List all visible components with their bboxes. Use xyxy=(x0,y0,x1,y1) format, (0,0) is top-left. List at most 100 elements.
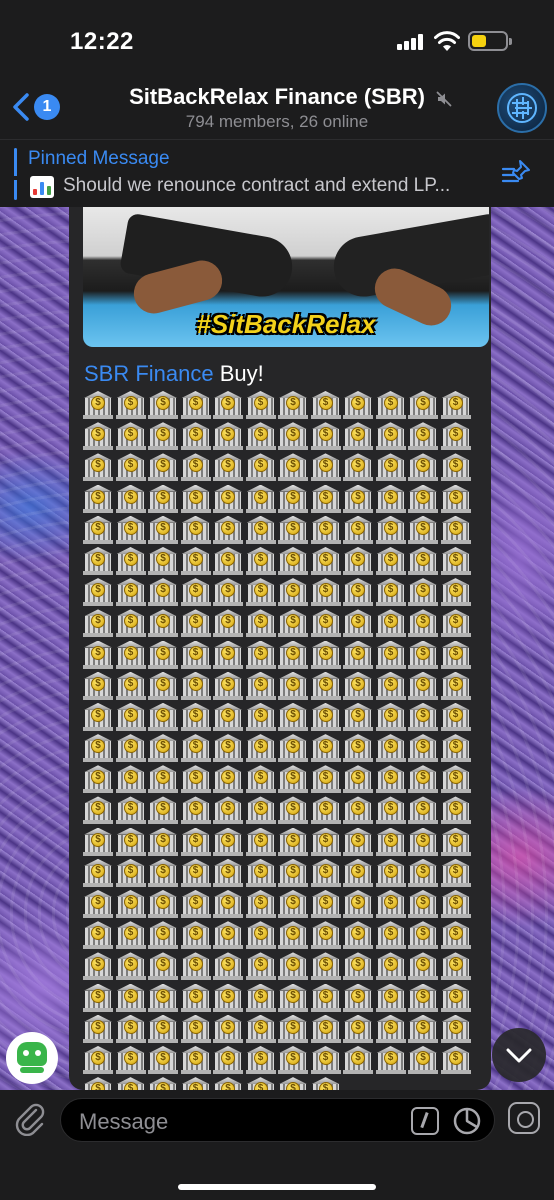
bank-emoji: $ xyxy=(310,453,341,482)
bank-emoji: $ xyxy=(375,983,406,1012)
bank-emoji: $ xyxy=(148,1014,178,1043)
bot-avatar[interactable] xyxy=(6,1032,58,1084)
bank-emoji: $ xyxy=(213,391,243,419)
bank-emoji: $ xyxy=(180,983,211,1012)
bank-emoji: $ xyxy=(245,827,276,856)
bank-emoji: $ xyxy=(343,1045,373,1074)
bank-emoji: $ xyxy=(310,1045,341,1074)
bank-emoji: $ xyxy=(310,671,341,700)
bank-emoji: $ xyxy=(245,546,276,575)
group-avatar[interactable] xyxy=(497,83,547,133)
bank-emoji: $ xyxy=(408,422,438,451)
sticker-icon[interactable] xyxy=(453,1107,481,1135)
message-input[interactable]: Message xyxy=(60,1098,495,1142)
bank-emoji: $ xyxy=(213,546,243,575)
bank-emoji: $ xyxy=(310,952,341,981)
bank-emoji: $ xyxy=(245,609,276,638)
bank-emoji: $ xyxy=(408,640,438,669)
bank-emoji: $ xyxy=(245,890,276,918)
bank-emoji: $ xyxy=(375,765,406,794)
unread-badge[interactable]: 1 xyxy=(34,94,60,120)
bank-emoji: $ xyxy=(310,983,341,1012)
bank-emoji: $ xyxy=(148,640,178,669)
bank-emoji: $ xyxy=(343,1014,373,1043)
back-chevron-icon[interactable] xyxy=(10,92,32,122)
bank-emoji: $ xyxy=(278,1045,308,1074)
bank-emoji: $ xyxy=(115,983,146,1012)
bank-emoji: $ xyxy=(180,765,211,794)
bank-emoji: $ xyxy=(278,1077,308,1090)
bank-emoji: $ xyxy=(408,578,438,607)
bank-emoji: $ xyxy=(278,765,308,794)
bank-emoji: $ xyxy=(375,609,406,638)
bank-emoji: $ xyxy=(83,983,113,1012)
bank-emoji: $ xyxy=(408,391,438,419)
bank-emoji: $ xyxy=(83,827,113,856)
bank-emoji: $ xyxy=(440,422,471,451)
bank-emoji: $ xyxy=(375,827,406,856)
gif-thumbnail[interactable]: #SitBackRelax xyxy=(83,207,489,347)
bank-emoji: $ xyxy=(343,702,373,731)
message-bubble[interactable]: #SitBackRelax SBR Finance Buy! $ $ $ $ $ $ $ $ $… xyxy=(69,207,491,1090)
message-header: SBR Finance Buy! xyxy=(84,361,264,387)
bank-emoji: $ xyxy=(440,952,471,981)
bank-emoji: $ xyxy=(180,422,211,451)
bank-emoji: $ xyxy=(245,578,276,607)
bank-emoji: $ xyxy=(213,734,243,763)
bank-emoji: $ xyxy=(408,515,438,544)
bank-emoji: $ xyxy=(408,453,438,482)
bank-emoji: $ xyxy=(343,578,373,607)
bot-commands-icon[interactable] xyxy=(411,1107,439,1135)
bank-emoji: $ xyxy=(278,578,308,607)
pin-list-icon[interactable] xyxy=(500,158,532,186)
bank-emoji: $ xyxy=(375,546,406,575)
bank-emoji: $ xyxy=(278,1014,308,1043)
bank-emoji: $ xyxy=(278,640,308,669)
chat-title[interactable]: SitBackRelax Finance (SBR) xyxy=(100,84,454,110)
bank-emoji: $ xyxy=(440,578,471,607)
bank-emoji: $ xyxy=(245,858,276,887)
bank-emoji: $ xyxy=(278,391,308,419)
bank-emoji: $ xyxy=(245,1045,276,1074)
bank-emoji: $ xyxy=(343,609,373,638)
bank-emoji: $ xyxy=(245,422,276,451)
bank-emoji: $ xyxy=(343,858,373,887)
bank-emoji: $ xyxy=(408,671,438,700)
bank-emoji: $ xyxy=(83,921,113,950)
bank-emoji: $ xyxy=(180,702,211,731)
bank-emoji: $ xyxy=(245,671,276,700)
camera-icon[interactable] xyxy=(508,1102,540,1134)
bank-emoji: $ xyxy=(83,453,113,482)
robot-icon xyxy=(17,1042,47,1066)
bank-emoji: $ xyxy=(310,858,341,887)
bank-emoji: $ xyxy=(310,422,341,451)
paperclip-icon[interactable] xyxy=(14,1102,46,1136)
bank-emoji: $ xyxy=(148,578,178,607)
bank-emoji: $ xyxy=(83,796,113,825)
bank-emoji: $ xyxy=(213,921,243,950)
input-bar: Message xyxy=(0,1090,554,1200)
bank-emoji: $ xyxy=(83,952,113,981)
bank-emoji: $ xyxy=(148,827,178,856)
bank-emoji: $ xyxy=(408,952,438,981)
bank-emoji: $ xyxy=(180,391,211,419)
bank-emoji: $ xyxy=(440,515,471,544)
bank-emoji: $ xyxy=(245,921,276,950)
bank-emoji: $ xyxy=(408,1045,438,1074)
bank-emoji: $ xyxy=(115,921,146,950)
pinned-message-bar[interactable]: Pinned Message Should we renounce contra… xyxy=(0,139,554,207)
bank-emoji: $ xyxy=(115,609,146,638)
sender-name[interactable]: SBR Finance xyxy=(84,361,214,386)
bank-emoji: $ xyxy=(343,983,373,1012)
bank-emoji: $ xyxy=(310,796,341,825)
bank-emoji: $ xyxy=(180,578,211,607)
bank-emoji: $ xyxy=(375,952,406,981)
bank-emoji: $ xyxy=(148,796,178,825)
bank-emoji: $ xyxy=(213,765,243,794)
bank-emoji: $ xyxy=(115,484,146,513)
bank-emoji: $ xyxy=(213,1077,243,1090)
cellular-signal-icon xyxy=(397,34,425,50)
scroll-down-button[interactable] xyxy=(492,1028,546,1082)
bank-emoji: $ xyxy=(180,734,211,763)
bank-emoji: $ xyxy=(343,671,373,700)
